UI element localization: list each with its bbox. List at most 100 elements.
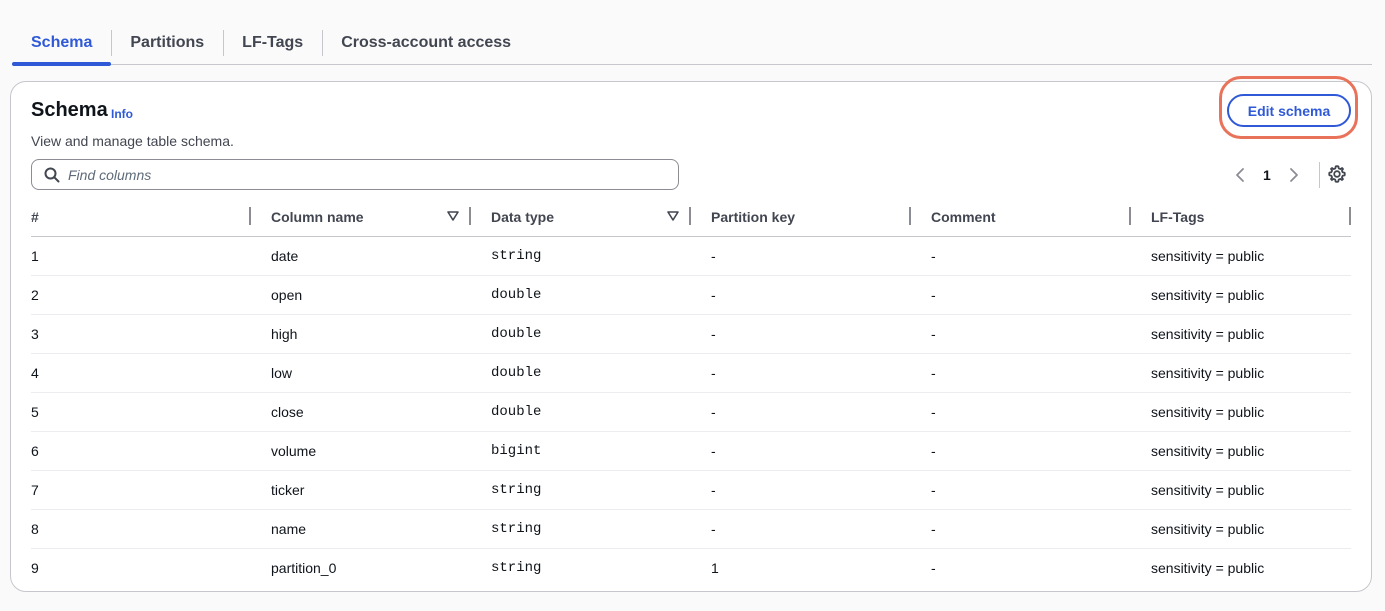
chevron-right-icon [1289,168,1298,182]
lf-tags-cell: sensitivity = public [1131,314,1351,354]
partition-key-value: - [711,247,716,264]
partition-key-value: - [711,403,716,420]
comment-cell: - [911,548,1131,587]
current-page-number[interactable]: 1 [1263,167,1271,183]
schema-table: # Column name Data type Partition key Co… [31,198,1351,587]
lf-tags-cell: sensitivity = public [1131,275,1351,315]
tab-schema[interactable]: Schema [12,22,112,66]
data-type-cell: double [471,392,691,432]
comment-value: - [931,442,936,459]
header-label: # [31,208,39,225]
data-type-value: double [491,403,542,420]
partition-key-cell: - [691,275,911,315]
data-type-cell: string [471,236,691,276]
info-link[interactable]: Info [111,107,133,121]
tab-label: Partitions [130,34,205,51]
search-input[interactable] [68,166,628,183]
row-number-value: 5 [31,403,39,420]
schema-panel: Schema Info View and manage table schema… [10,76,1372,592]
row-number-cell: 7 [31,470,251,510]
edit-schema-button[interactable]: Edit schema [1227,94,1351,127]
row-number-cell: 4 [31,353,251,393]
lf-tags-value: sensitivity = public [1151,559,1265,576]
column-name-value: volume [271,442,317,459]
lf-tags-cell: sensitivity = public [1131,236,1351,276]
table-row: 3 high double - - sensitivity = public [31,314,1351,354]
row-number-value: 7 [31,481,39,498]
comment-value: - [931,364,936,381]
column-name-cell: name [251,509,471,549]
data-type-value: string [491,247,542,264]
tab-bar: Schema Partitions LF-Tags Cross-account … [12,22,1372,66]
header-label: Comment [931,208,996,225]
column-name-value: date [271,247,299,264]
partition-key-cell: - [691,353,911,393]
column-resizer[interactable] [1349,207,1351,225]
row-number-cell: 9 [31,548,251,587]
lf-tags-cell: sensitivity = public [1131,392,1351,432]
tab-cross-account-access[interactable]: Cross-account access [322,22,530,64]
comment-cell: - [911,509,1131,549]
data-type-cell: string [471,509,691,549]
row-number-cell: 2 [31,275,251,315]
column-name-cell: high [251,314,471,354]
column-header-column-name[interactable]: Column name [251,198,471,237]
panel-title: Schema [31,99,108,121]
lf-tags-value: sensitivity = public [1151,403,1265,420]
row-number-value: 1 [31,247,39,264]
partition-key-cell: - [691,236,911,276]
comment-value: - [931,286,936,303]
column-name-value: low [271,364,293,381]
column-name-value: name [271,520,307,537]
comment-cell: - [911,275,1131,315]
comment-cell: - [911,236,1131,276]
column-name-cell: volume [251,431,471,471]
column-header-data-type[interactable]: Data type [471,198,691,237]
tab-partitions[interactable]: Partitions [111,22,223,64]
row-number-cell: 1 [31,236,251,276]
column-header-comment: Comment [911,198,1131,237]
pagination-divider [1318,162,1320,188]
row-number-cell: 6 [31,431,251,471]
panel-description: View and manage table schema. [31,133,234,149]
table-row: 7 ticker string - - sensitivity = public [31,470,1351,510]
row-number-value: 6 [31,442,39,459]
partition-key-cell: - [691,509,911,549]
partition-key-value: - [711,364,716,381]
comment-value: - [931,559,936,576]
gear-icon[interactable] [1327,164,1347,184]
table-row: 4 low double - - sensitivity = public [31,353,1351,393]
next-page-button[interactable] [1287,165,1301,185]
table-header-row: # Column name Data type Partition key Co… [31,198,1351,237]
header-label: LF-Tags [1151,208,1205,225]
row-number-value: 4 [31,364,39,381]
column-name-value: close [271,403,304,420]
header-label: Column name [271,208,364,225]
row-number-value: 3 [31,325,39,342]
column-name-cell: close [251,392,471,432]
lf-tags-value: sensitivity = public [1151,520,1265,537]
table-body: 1 date string - - sensitivity = public 2 open do… [31,236,1351,587]
lf-tags-value: sensitivity = public [1151,286,1265,303]
search-icon [44,167,60,182]
previous-page-button[interactable] [1233,165,1247,185]
chevron-left-icon [1236,168,1244,182]
lf-tags-cell: sensitivity = public [1131,353,1351,393]
tab-label: Cross-account access [341,34,512,51]
comment-value: - [931,325,936,342]
lf-tags-value: sensitivity = public [1151,325,1265,342]
comment-cell: - [911,353,1131,393]
tab-lf-tags[interactable]: LF-Tags [223,22,322,64]
data-type-cell: double [471,314,691,354]
column-name-value: partition_0 [271,559,337,576]
partition-key-cell: - [691,470,911,510]
table-row: 6 volume bigint - - sensitivity = public [31,431,1351,471]
data-type-cell: string [471,548,691,587]
column-name-cell: date [251,236,471,276]
partition-key-cell: 1 [691,548,911,587]
lf-tags-value: sensitivity = public [1151,247,1265,264]
comment-cell: - [911,470,1131,510]
partition-key-cell: - [691,431,911,471]
column-name-cell: partition_0 [251,548,471,587]
partition-key-value: - [711,442,716,459]
